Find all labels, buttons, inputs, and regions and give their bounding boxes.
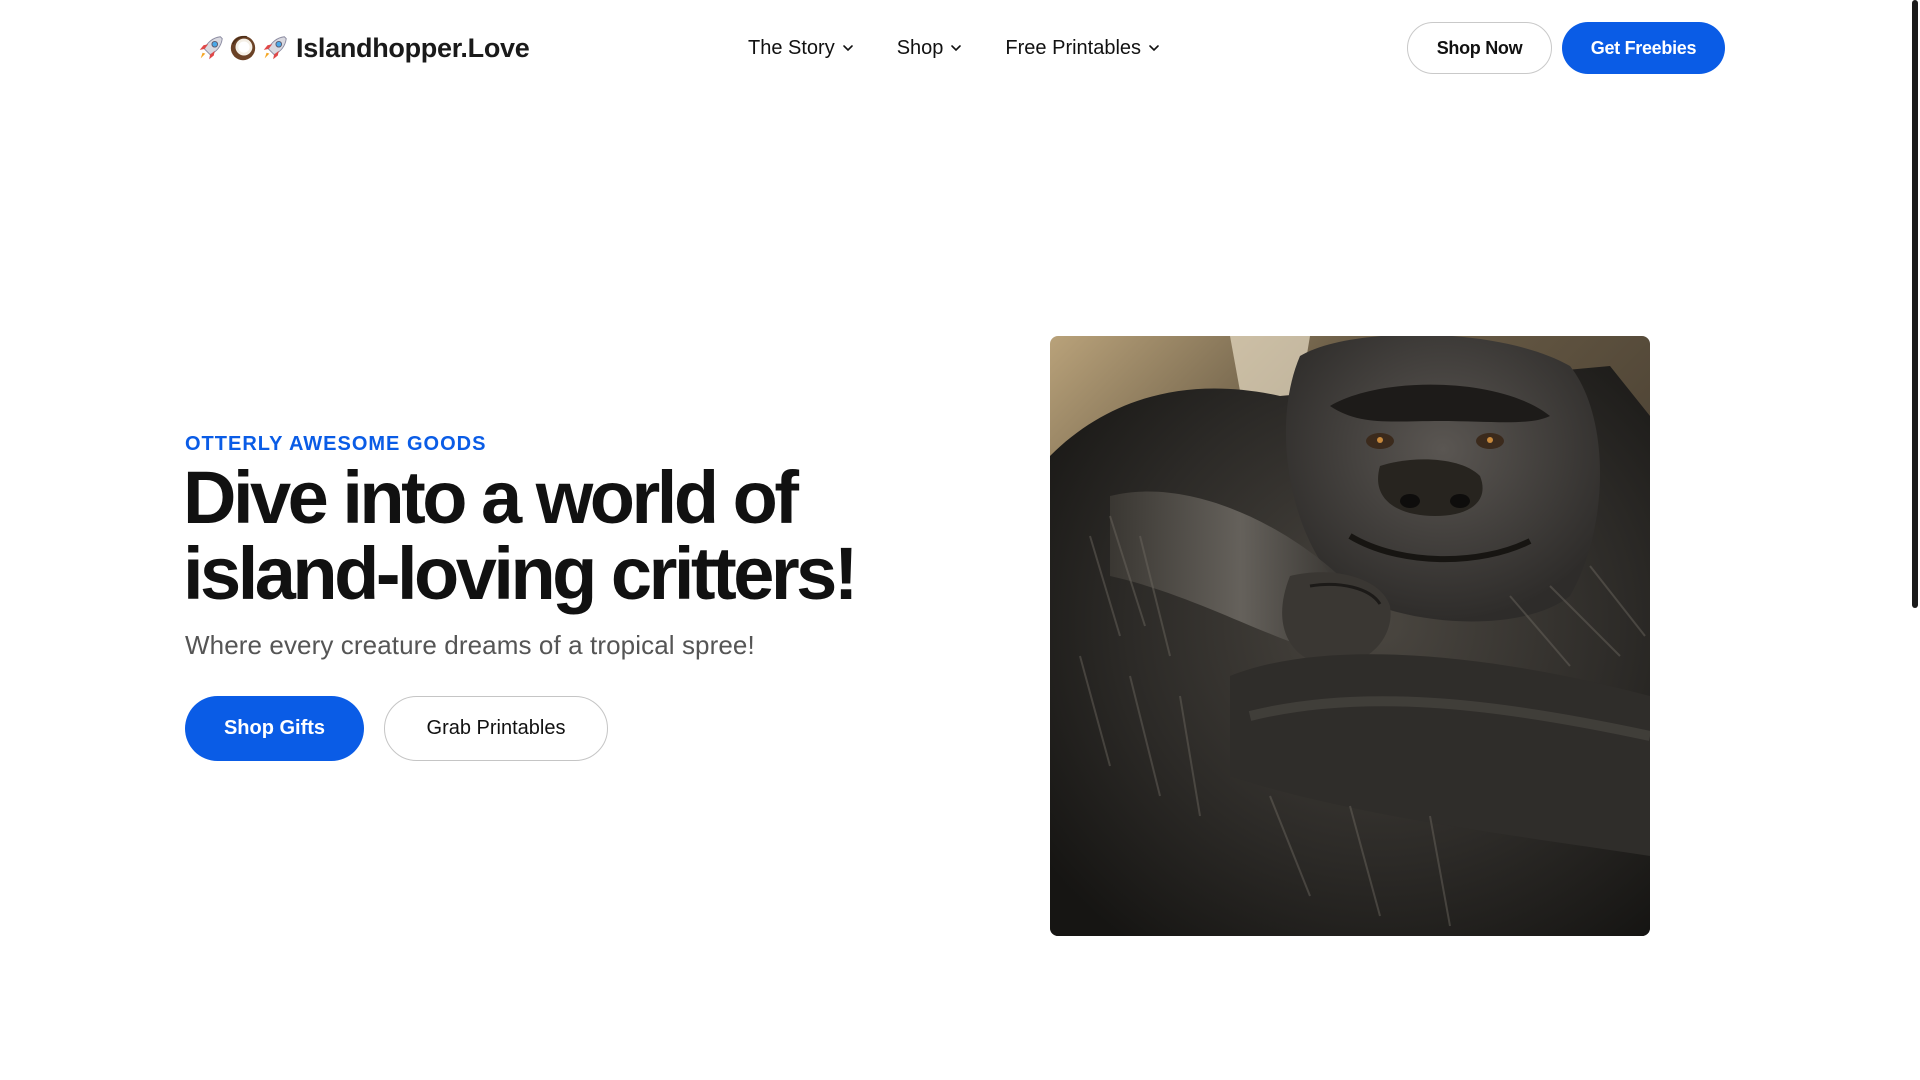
- rocket-icon: [199, 36, 223, 60]
- hero-headline-line1: Dive into a world of: [183, 456, 799, 539]
- hero-eyebrow: OTTERLY AWESOME GOODS: [185, 433, 487, 455]
- chevron-down-icon: [842, 45, 853, 52]
- site-logo[interactable]: Islandhopper.Love: [196, 28, 530, 68]
- hero-headline: Dive into a world of island-loving critt…: [183, 460, 943, 612]
- logo-text: Islandhopper.Love: [296, 32, 530, 63]
- shop-gifts-button[interactable]: Shop Gifts: [185, 696, 364, 761]
- gorilla-photo: [1050, 336, 1650, 936]
- nav-item-shop[interactable]: Shop: [897, 37, 964, 60]
- nav-item-free-printables[interactable]: Free Printables: [1005, 37, 1161, 60]
- nav-item-the-story[interactable]: The Story: [748, 37, 855, 60]
- hero-image-gorilla: [1050, 336, 1650, 936]
- nav-item-label: Shop: [896, 36, 944, 59]
- nav-item-label: Free Printables: [1005, 36, 1142, 59]
- main-nav: The Story Shop Free Printables: [748, 28, 1203, 68]
- chevron-down-icon: [951, 45, 962, 52]
- scrollbar-thumb[interactable]: [1912, 0, 1918, 608]
- chevron-down-icon: [1149, 45, 1159, 52]
- rocket-icon: [263, 36, 287, 60]
- scrollbar[interactable]: [1910, 0, 1920, 1080]
- get-freebies-button[interactable]: Get Freebies: [1562, 22, 1725, 74]
- hero-headline-line2: island-loving critters!: [183, 532, 858, 615]
- site-header: Islandhopper.Love The Story Shop Free Pr…: [0, 0, 1920, 96]
- grab-printables-button[interactable]: Grab Printables: [384, 696, 608, 761]
- nav-item-label: The Story: [748, 36, 835, 59]
- hero-subhead: Where every creature dreams of a tropica…: [185, 630, 755, 660]
- coconut-icon: [230, 35, 256, 61]
- logo-icons: [196, 33, 290, 63]
- shop-now-button[interactable]: Shop Now: [1407, 22, 1552, 74]
